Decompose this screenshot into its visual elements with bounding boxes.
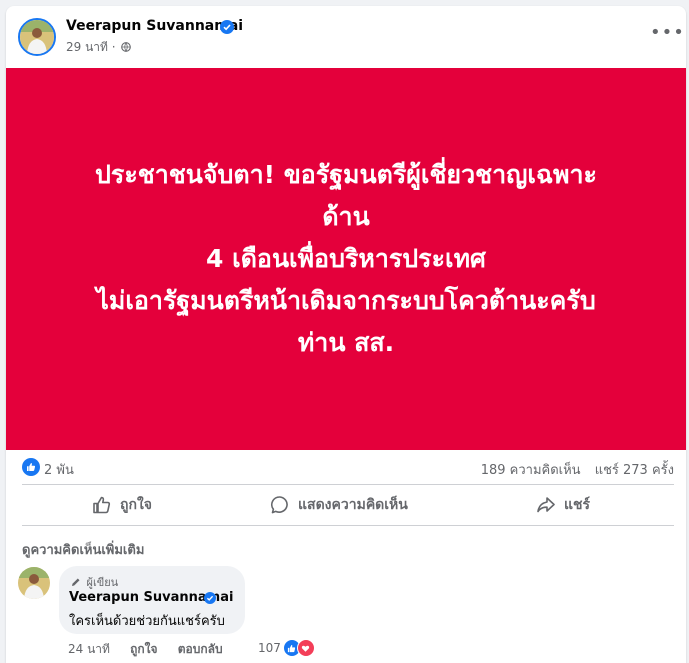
comment-bubble: ผู้เขียน Veerapun Suvannamai ใครเห็นด้วย…	[59, 566, 245, 634]
share-button-label: แชร์	[564, 497, 591, 513]
like-reaction-icon[interactable]	[22, 458, 40, 476]
post-card: Veerapun Suvannamai 29 นาที · ••• ประชาช…	[6, 6, 686, 663]
divider	[22, 525, 674, 526]
more-options-button[interactable]: •••	[650, 24, 684, 44]
post-actions: ถูกใจ แสดงความคิดเห็น แชร์	[6, 485, 686, 525]
comment-count[interactable]: 189 ความคิดเห็น	[481, 463, 581, 478]
love-reaction-icon	[296, 639, 315, 657]
author-tag-label: ผู้เขียน	[86, 576, 119, 589]
comment-like-link[interactable]: ถูกใจ	[130, 642, 157, 656]
time-separator: ·	[111, 40, 116, 54]
engagement-counts: 189 ความคิดเห็น แชร์ 273 ครั้ง	[481, 459, 674, 480]
comment-text: ใครเห็นด้วยช่วยกันแชร์ครับ	[69, 614, 225, 629]
view-more-comments-link[interactable]: ดูความคิดเห็นเพิ่มเติม	[22, 539, 144, 560]
author-avatar[interactable]	[18, 18, 56, 56]
share-button[interactable]: แชร์	[536, 485, 590, 525]
comment-button-label: แสดงความคิดเห็น	[298, 497, 408, 513]
thumbs-up-icon	[93, 496, 111, 514]
post-timestamp-row: 29 นาที ·	[66, 38, 132, 57]
post-message: ประชาชนจับตา! ขอรัฐมนตรีผู้เชี่ยวชาญเฉพา…	[26, 154, 666, 364]
comment-bubble-icon	[270, 496, 288, 514]
verified-badge-icon	[204, 592, 216, 604]
post-message-line: ท่าน สส.	[297, 328, 395, 357]
comment-reply-link[interactable]: ตอบกลับ	[178, 642, 223, 656]
post-stats: 2 พัน 189 ความคิดเห็น แชร์ 273 ครั้ง	[6, 450, 686, 484]
post-message-line: ประชาชนจับตา! ขอรัฐมนตรีผู้เชี่ยวชาญเฉพา…	[95, 160, 597, 189]
post-message-line: ไม่เอารัฐมนตรีหน้าเดิมจากระบบโควต้านะครั…	[96, 286, 596, 315]
author-tag: ผู้เขียน	[71, 573, 118, 591]
comment-author-avatar[interactable]	[18, 567, 50, 599]
comment-reactions[interactable]: 107	[258, 639, 315, 657]
globe-icon	[121, 42, 132, 52]
comment-reaction-count: 107	[258, 641, 281, 655]
comment-button[interactable]: แสดงความคิดเห็น	[270, 485, 408, 525]
verified-badge-icon	[220, 20, 234, 34]
comment-meta: 24 นาที ถูกใจ ตอบกลับ	[68, 640, 239, 659]
post-time[interactable]: 29 นาที	[66, 40, 108, 54]
like-button[interactable]: ถูกใจ	[92, 485, 152, 525]
share-arrow-icon	[537, 497, 555, 513]
reaction-count[interactable]: 2 พัน	[44, 459, 74, 480]
share-count[interactable]: แชร์ 273 ครั้ง	[595, 463, 674, 478]
post-text-background: ประชาชนจับตา! ขอรัฐมนตรีผู้เชี่ยวชาญเฉพา…	[6, 68, 686, 450]
author-name[interactable]: Veerapun Suvannamai	[66, 18, 243, 34]
post-header: Veerapun Suvannamai 29 นาที · •••	[6, 6, 686, 68]
comment-time[interactable]: 24 นาที	[68, 642, 110, 656]
pencil-icon	[72, 578, 80, 586]
post-message-line: 4 เดือนเพื่อบริหารประเทศ	[206, 244, 486, 273]
like-button-label: ถูกใจ	[120, 497, 152, 513]
post-message-line: ด้าน	[322, 202, 370, 231]
